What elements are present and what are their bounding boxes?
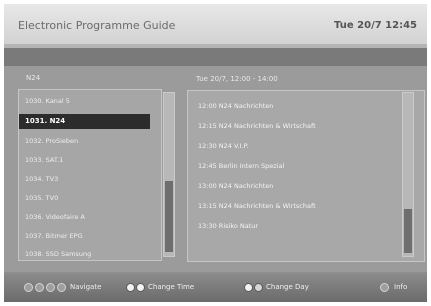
channel-item-label: 1032. ProSieben — [25, 137, 79, 145]
channel-scroll-thumb[interactable] — [165, 181, 173, 252]
arrow-key-icon — [57, 283, 66, 292]
navigate-label: Navigate — [70, 283, 102, 291]
programme-item[interactable]: 13:00 N24 Nachrichten — [198, 182, 273, 190]
programme-list[interactable]: 12:00 N24 Nachrichten 12:15 N24 Nachrich… — [187, 90, 425, 262]
programme-item[interactable]: 12:45 Berlin Intern Spezial — [198, 162, 284, 170]
channel-item-label: 1033. SAT.1 — [25, 156, 64, 164]
programme-item[interactable]: 12:15 N24 Nachrichten & Wirtschaft — [198, 122, 316, 130]
page-title: Electronic Programme Guide — [18, 19, 176, 32]
title-bar: Electronic Programme Guide Tue 20/7 12:4… — [4, 4, 427, 44]
arrow-key-icon — [24, 283, 33, 292]
change-time-key-icon — [126, 283, 135, 292]
channel-list[interactable]: 1030. Kanal 5 1031. N24 1032. ProSieben … — [18, 89, 162, 261]
tv-screen: Electronic Programme Guide Tue 20/7 12:4… — [4, 4, 427, 302]
channel-item[interactable]: 1037. Bitmer EPG — [19, 228, 161, 243]
channel-item[interactable]: 1034. TV3 — [19, 171, 161, 186]
channel-item[interactable]: 1033. SAT.1 — [19, 152, 161, 167]
channel-item-label: 1036. Videofaire A — [25, 213, 86, 221]
channel-item[interactable]: 1036. Videofaire A — [19, 209, 161, 224]
channel-item-label: 1034. TV3 — [25, 175, 59, 183]
change-time-key-icon — [136, 283, 145, 292]
channel-item[interactable]: 1035. TV0 — [19, 190, 161, 205]
channel-item-label: 1038. SSD Samsung — [25, 250, 92, 258]
key-legend-bar: Navigate Change Time Change Day Info — [4, 274, 427, 302]
info-key-icon — [380, 283, 389, 292]
change-time-label: Change Time — [148, 283, 195, 291]
channel-list-scrollbar[interactable] — [163, 92, 175, 257]
schedule-header: Tue 20/7, 12:00 - 14:00 — [196, 75, 278, 83]
change-day-key-icon — [254, 283, 263, 292]
channel-item-selected[interactable]: 1031. N24 — [19, 114, 150, 129]
programme-scroll-thumb[interactable] — [404, 209, 412, 253]
arrow-key-icon — [35, 283, 44, 292]
programme-item[interactable]: 12:00 N24 Nachrichten — [198, 102, 273, 110]
channel-list-header: N24 — [26, 74, 41, 82]
channel-item-label: 1037. Bitmer EPG — [25, 232, 83, 240]
channel-item[interactable]: 1030. Kanal 5 — [19, 93, 161, 108]
change-day-label: Change Day — [266, 283, 309, 291]
channel-item[interactable]: 1032. ProSieben — [19, 133, 161, 148]
programme-list-scrollbar[interactable] — [402, 92, 414, 257]
info-label: Info — [394, 283, 408, 291]
channel-item[interactable]: 1038. SSD Samsung — [19, 246, 161, 260]
arrow-key-icon — [46, 283, 55, 292]
divider-band — [4, 48, 427, 66]
change-day-key-icon — [244, 283, 253, 292]
programme-item[interactable]: 13:15 N24 Nachrichten & Wirtschaft — [198, 202, 316, 210]
channel-item-label: 1031. N24 — [25, 117, 66, 125]
channel-item-label: 1035. TV0 — [25, 194, 59, 202]
channel-item-label: 1030. Kanal 5 — [25, 97, 70, 105]
programme-item[interactable]: 13:30 Risiko Natur — [198, 222, 258, 230]
programme-item[interactable]: 12:30 N24 V.I.P. — [198, 142, 249, 150]
date-time: Tue 20/7 12:45 — [334, 20, 417, 31]
